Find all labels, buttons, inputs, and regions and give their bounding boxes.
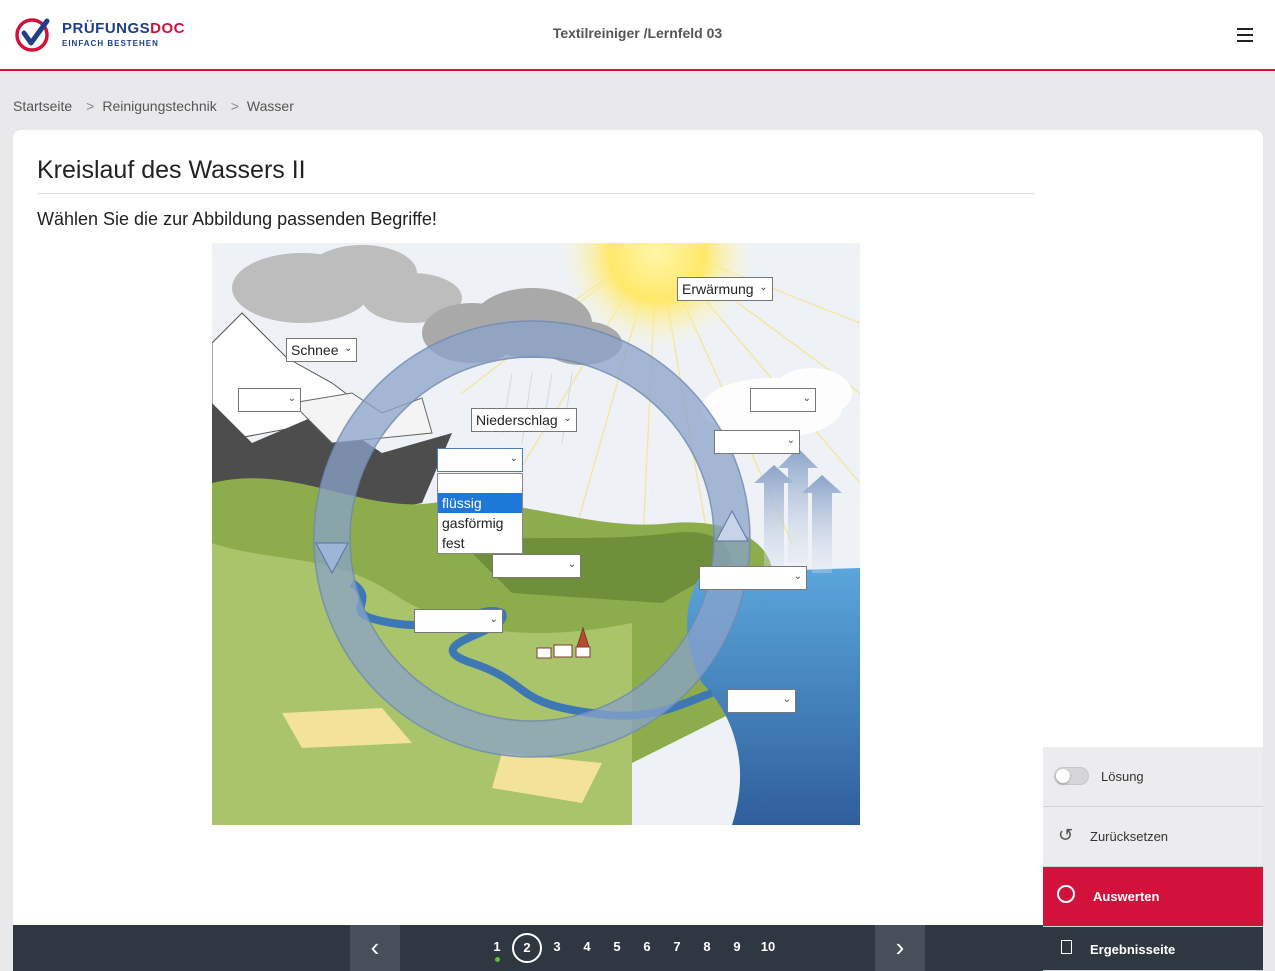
results-label: Ergebnisseite: [1090, 942, 1176, 957]
evaluate-label: Auswerten: [1093, 889, 1160, 904]
check-circle-icon: [1057, 885, 1075, 903]
page-5[interactable]: 5: [607, 939, 627, 954]
term-select-sea[interactable]: ⌄: [727, 689, 796, 713]
water-cycle-graphic: [212, 243, 860, 825]
term-select-cloud[interactable]: ⌄: [750, 388, 816, 412]
chevron-down-icon: ⌄: [489, 614, 498, 625]
document-icon: [1061, 940, 1072, 954]
option-gasfoermig[interactable]: gasförmig: [438, 513, 522, 533]
chevron-down-icon: ⌄: [786, 435, 795, 446]
breadcrumb-separator: >: [230, 98, 239, 114]
course-title: Textilreiniger /Lernfeld 03: [552, 25, 723, 41]
page-4[interactable]: 4: [577, 939, 597, 954]
page-1[interactable]: 1: [487, 939, 507, 954]
page-7[interactable]: 7: [667, 939, 687, 954]
term-select-river[interactable]: ⌄: [414, 609, 503, 633]
answered-indicator: [495, 957, 500, 962]
chevron-down-icon: ⌄: [567, 559, 576, 570]
chevron-left-icon[interactable]: ‹: [350, 925, 400, 971]
results-page-button[interactable]: Ergebnisseite: [1043, 927, 1263, 971]
option-fest[interactable]: fest: [438, 533, 522, 553]
option-fluessig[interactable]: flüssig: [438, 493, 522, 513]
reset-label: Zurücksetzen: [1090, 829, 1169, 844]
chevron-down-icon: ⌄: [759, 282, 768, 293]
chevron-right-icon[interactable]: ›: [875, 925, 925, 971]
task-instruction: Wählen Sie die zur Abbildung passenden B…: [37, 209, 437, 229]
page-6[interactable]: 6: [637, 939, 657, 954]
menu-icon[interactable]: [1237, 28, 1255, 44]
page-9[interactable]: 9: [727, 939, 747, 954]
solution-toggle[interactable]: [1054, 767, 1089, 785]
solution-toggle-row[interactable]: Lösung: [1043, 747, 1263, 807]
page-title: Kreislauf des Wassers II: [37, 156, 306, 184]
page-8[interactable]: 8: [697, 939, 717, 954]
term-select-groundwater[interactable]: ⌄: [492, 554, 581, 578]
pagination-bar: ‹ 1 2 3 4 5 6 7 8 9 10 ›: [13, 925, 1043, 971]
term-select-evaporation[interactable]: ⌄: [714, 430, 800, 454]
breadcrumb-category[interactable]: Reinigungstechnik: [102, 98, 216, 114]
top-bar: PRÜFUNGSDOC EINFACH BESTEHEN Textilreini…: [0, 0, 1275, 71]
breadcrumb-separator: >: [86, 98, 95, 114]
toggle-knob: [1056, 769, 1070, 783]
title-divider: [37, 193, 1035, 194]
page-2-current[interactable]: 2: [512, 933, 542, 963]
chevron-down-icon: ⌄: [802, 393, 811, 404]
term-select-state-open[interactable]: ⌄: [437, 448, 523, 472]
chevron-down-icon: ⌄: [287, 393, 296, 404]
chevron-down-icon: ⌄: [793, 571, 802, 582]
action-panel: Lösung ↺ Zurücksetzen Auswerten Ergebnis…: [1043, 747, 1263, 971]
chevron-down-icon: ⌄: [782, 694, 791, 705]
chevron-down-icon: ⌄: [563, 413, 572, 424]
term-select-precipitation[interactable]: Niederschlag ⌄: [471, 408, 577, 432]
state-options-dropdown: flüssig gasförmig fest: [437, 473, 523, 554]
breadcrumb-home[interactable]: Startseite: [13, 98, 72, 114]
chevron-down-icon: ⌄: [509, 453, 518, 464]
breadcrumb: Startseite > Reinigungstechnik > Wasser: [13, 98, 300, 114]
solution-label: Lösung: [1101, 769, 1144, 784]
page-10[interactable]: 10: [757, 939, 779, 954]
breadcrumb-current: Wasser: [246, 98, 294, 114]
reset-button[interactable]: ↺ Zurücksetzen: [1043, 807, 1263, 867]
term-select-heating[interactable]: Erwärmung ⌄: [677, 277, 773, 301]
term-select-mountain[interactable]: ⌄: [238, 388, 301, 412]
water-cycle-illustration: Erwärmung ⌄ Schnee ⌄ ⌄ ⌄ Niederschlag ⌄ ⌄ ⌄…: [212, 243, 860, 825]
page-3[interactable]: 3: [547, 939, 567, 954]
term-select-sea-evaporation[interactable]: ⌄: [699, 566, 807, 590]
reset-icon: ↺: [1058, 825, 1074, 845]
term-select-snow[interactable]: Schnee ⌄: [286, 338, 358, 362]
evaluate-button[interactable]: Auswerten: [1043, 867, 1263, 927]
chevron-down-icon: ⌄: [344, 343, 353, 354]
